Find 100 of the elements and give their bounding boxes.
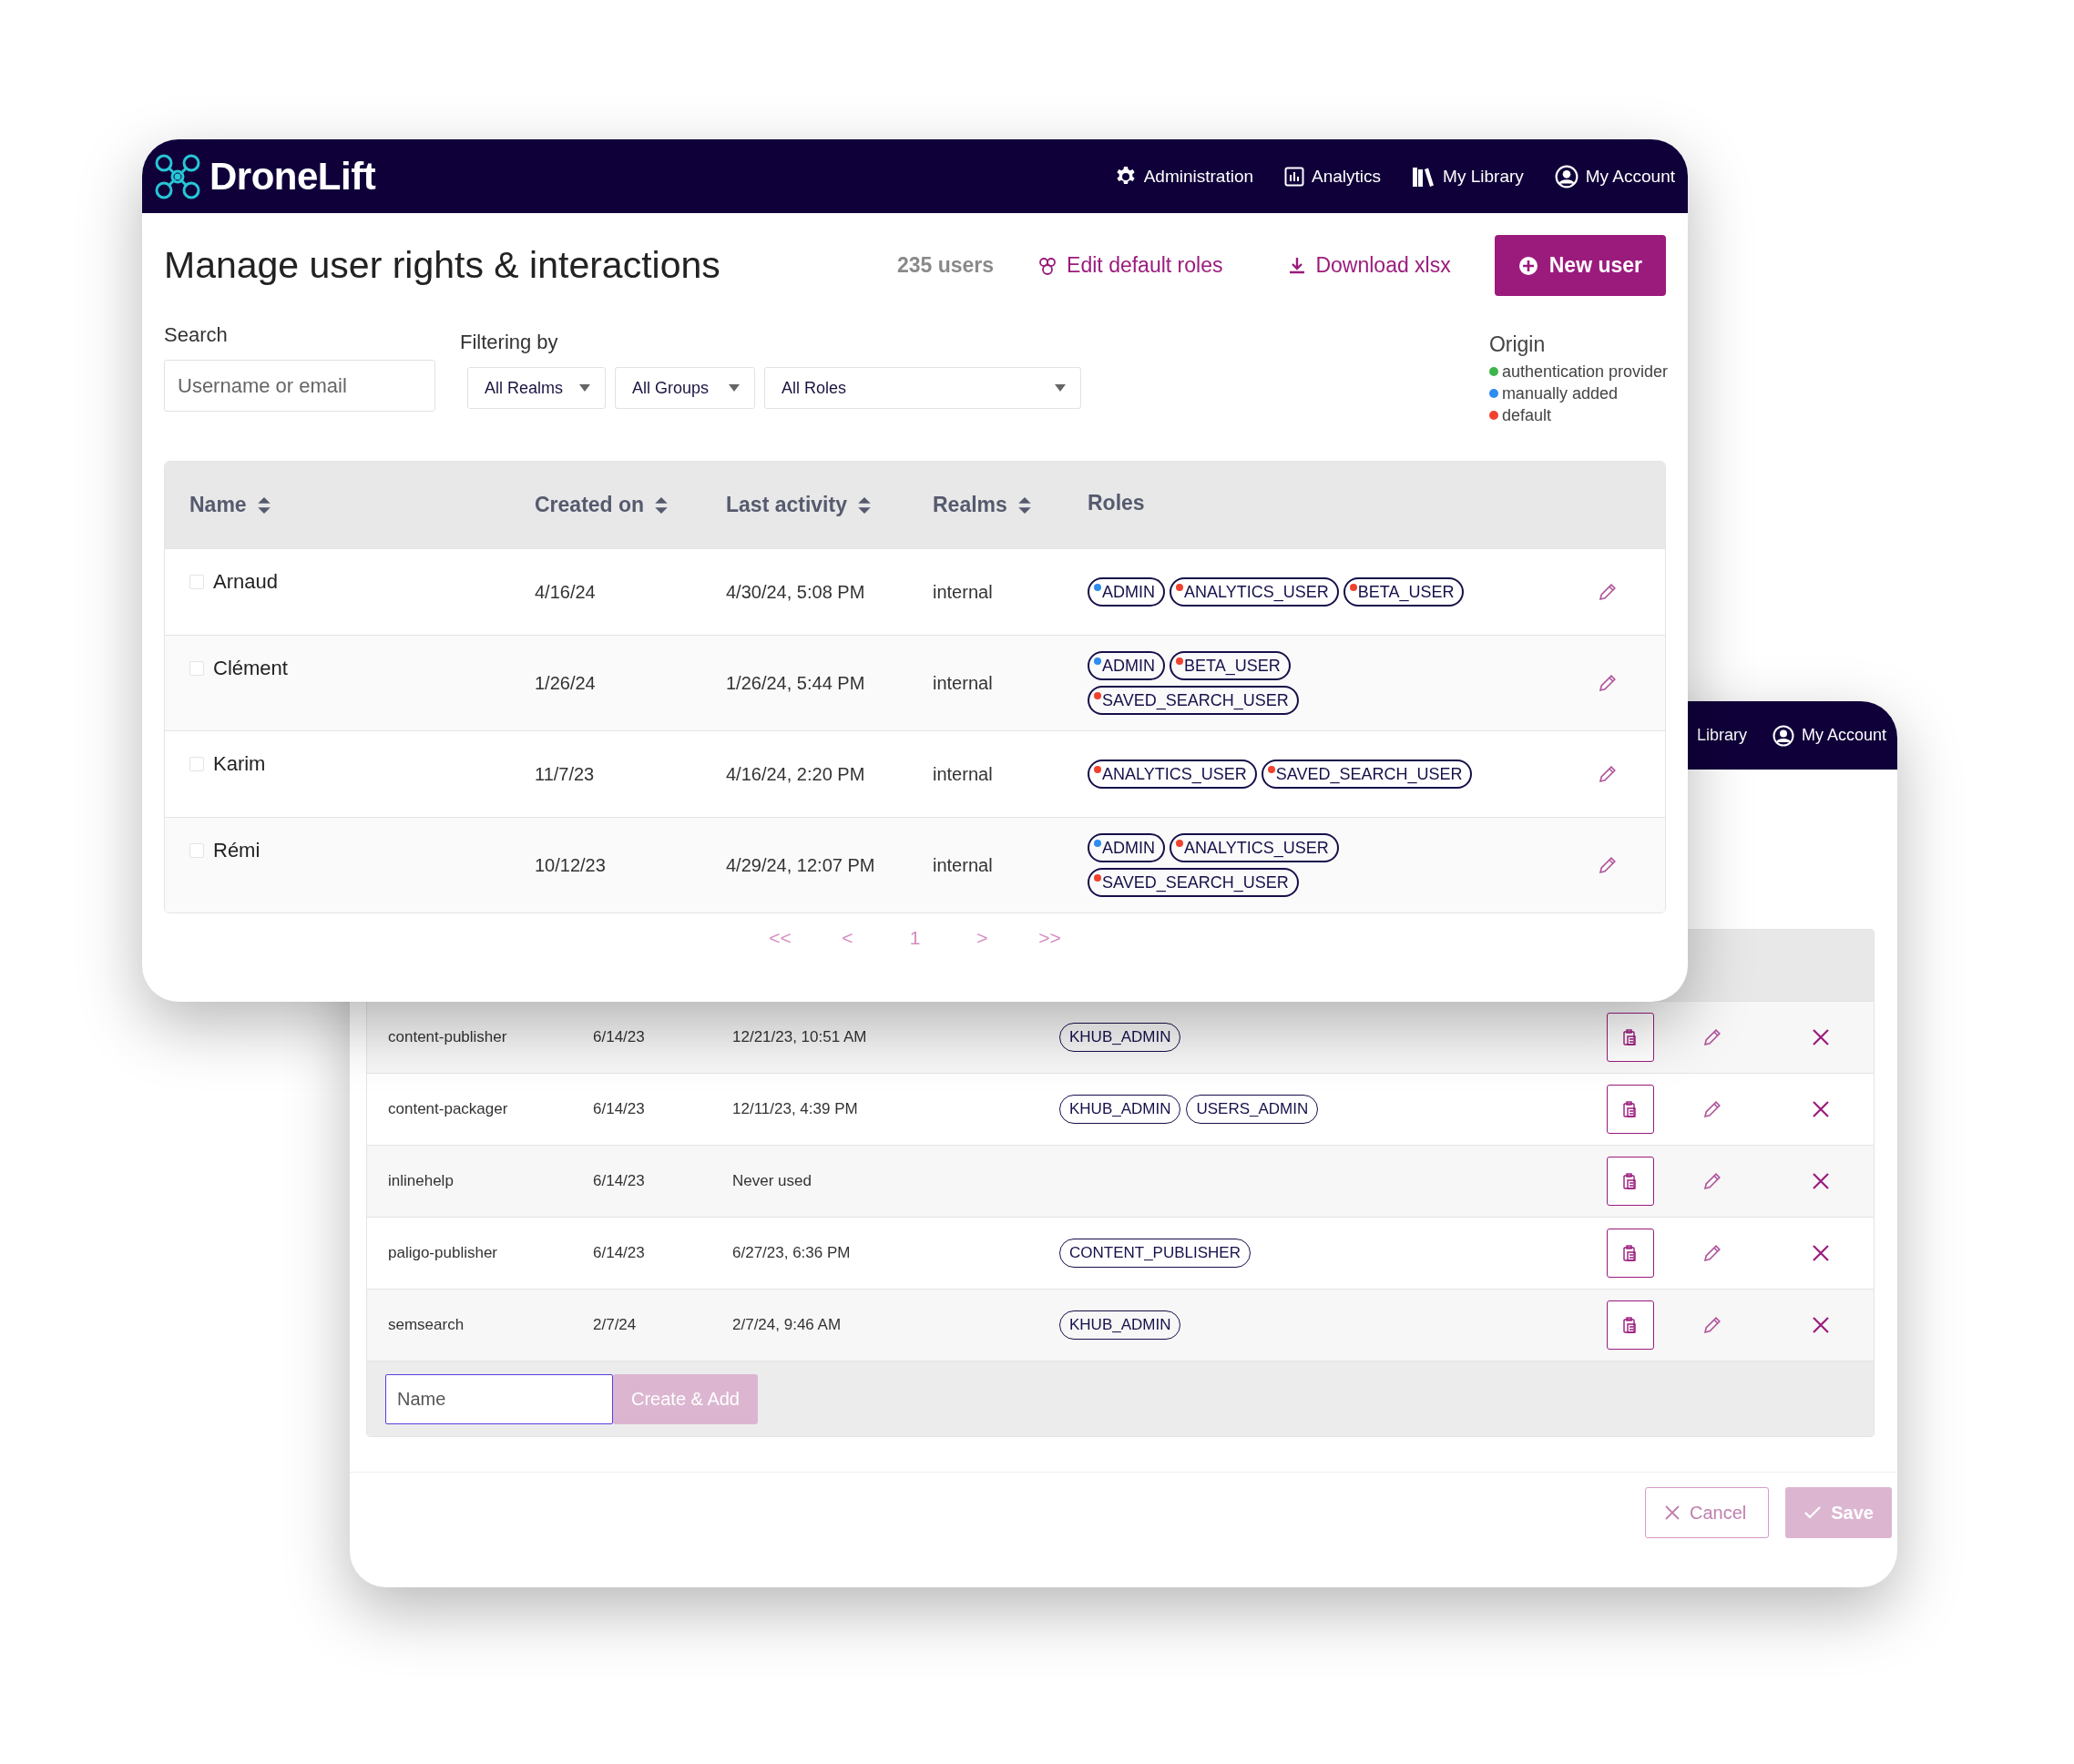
account-name: paligo-publisher [388,1244,499,1262]
role-tag: SAVED_SEARCH_USER [1088,686,1299,715]
caret-icon [729,384,740,392]
close-icon[interactable] [1812,1244,1830,1262]
role-tag: ANALYTICS_USER [1170,577,1339,607]
column-header[interactable]: Created on [535,493,726,517]
clipboard-icon [1623,1029,1638,1045]
role-tag: ANALYTICS_USER [1170,833,1339,862]
filter-label: Filtering by [460,331,559,354]
copy-button[interactable] [1607,1085,1654,1134]
account-name: content-packager [388,1100,509,1118]
copy-button[interactable] [1607,1300,1654,1350]
role-tag: ADMIN [1088,651,1165,680]
last-activity: 12/11/23, 4:39 PM [732,1100,859,1118]
column-header[interactable]: Name [189,493,535,517]
pencil-icon[interactable] [1702,1171,1722,1191]
sort-icon [653,495,670,515]
user-count: 235 users [896,253,995,278]
pencil-icon[interactable] [1702,1099,1722,1119]
created-date: 6/14/23 [593,1100,646,1118]
nav-link[interactable]: Library [1696,726,1747,745]
close-icon[interactable] [1812,1100,1830,1118]
bar-chart-icon [1284,166,1305,187]
search-field[interactable]: Username or email [164,360,435,412]
row-checkbox[interactable] [189,661,204,676]
close-icon[interactable] [1812,1316,1830,1334]
close-icon[interactable] [1812,1028,1830,1046]
last-activity: 12/21/23, 10:51 AM [732,1028,868,1046]
created-date: 1/26/24 [535,672,597,694]
close-icon[interactable] [1812,1172,1830,1190]
nav-link[interactable]: Administration [1114,165,1254,188]
new-user-button[interactable]: New user [1494,235,1666,296]
pencil-icon[interactable] [1598,855,1618,875]
roles-icon [1037,255,1058,276]
row-checkbox[interactable] [189,757,204,771]
role-tag: SAVED_SEARCH_USER [1261,760,1473,789]
books-icon [1412,165,1436,188]
download-link[interactable]: Download xlsx [1288,253,1451,278]
role-tag: ANALYTICS_USER [1088,760,1257,789]
role-tag: ADMIN [1088,833,1165,862]
clipboard-icon [1623,1173,1638,1189]
caret-icon [579,384,590,392]
pencil-icon[interactable] [1702,1027,1722,1047]
filter-dropdown[interactable]: All Realms [467,367,606,409]
account-name: semsearch [388,1316,465,1334]
caret-icon [1055,384,1066,392]
account-name: inlinehelp [388,1172,455,1190]
nav-link[interactable]: My Account [1554,164,1675,189]
copy-button[interactable] [1607,1013,1654,1062]
legend-label: default [1501,405,1551,426]
user-icon [1772,724,1794,747]
pencil-icon[interactable] [1702,1315,1722,1335]
origin-title: Origin [1488,332,1547,357]
copy-button[interactable] [1607,1157,1654,1206]
plus-circle-icon [1517,255,1538,276]
copy-button[interactable] [1607,1229,1654,1278]
nav-link[interactable]: My Account [1772,724,1886,747]
last-activity: Never used [732,1172,812,1190]
realm: internal [933,581,994,603]
user-name: Rémi [213,839,261,862]
nav-link[interactable]: Analytics [1284,166,1382,187]
column-header[interactable]: Last activity [726,493,933,517]
last-activity: 4/16/24, 2:20 PM [726,763,866,785]
row-checkbox[interactable] [189,843,204,858]
page-title: Manage user rights & interactions [164,244,721,287]
row-checkbox[interactable] [189,575,204,589]
filter-dropdown[interactable]: All Groups [615,367,755,409]
user-name: Karim [213,752,266,776]
created-date: 6/14/23 [593,1244,646,1262]
pencil-icon[interactable] [1598,673,1618,693]
clipboard-icon [1623,1101,1638,1117]
pencil-icon[interactable] [1702,1243,1722,1263]
filter-dropdown[interactable]: All Roles [764,367,1081,409]
search-label: Search [164,323,229,347]
user-name: Arnaud [213,570,278,594]
realm: internal [933,763,994,785]
created-date: 6/14/23 [593,1172,646,1190]
last-activity: 1/26/24, 5:44 PM [726,672,866,694]
pencil-icon[interactable] [1598,582,1618,602]
legend-label: authentication provider [1501,362,1668,382]
legend-label: manually added [1501,383,1618,404]
close-icon [1664,1504,1681,1521]
edit-default-roles-link[interactable]: Edit default roles [1037,253,1223,278]
created-date: 6/14/23 [593,1028,646,1046]
created-date: 10/12/23 [535,854,607,876]
column-header[interactable]: Realms [933,493,1088,517]
name-field[interactable]: Name [385,1373,613,1424]
realm: internal [933,672,994,694]
last-activity: 2/7/24, 9:46 AM [732,1316,843,1334]
pencil-icon[interactable] [1598,764,1618,784]
check-icon [1803,1505,1823,1520]
role-tag: BETA_USER [1170,651,1291,680]
account-name: content-publisher [388,1028,508,1046]
created-date: 2/7/24 [593,1316,638,1334]
column-header: Roles [1088,491,1146,515]
role-tag: ADMIN [1088,577,1165,607]
created-date: 4/16/24 [535,581,597,603]
nav-link[interactable]: My Library [1412,165,1524,188]
last-activity: 6/27/23, 6:36 PM [732,1244,852,1262]
clipboard-icon [1623,1245,1638,1261]
